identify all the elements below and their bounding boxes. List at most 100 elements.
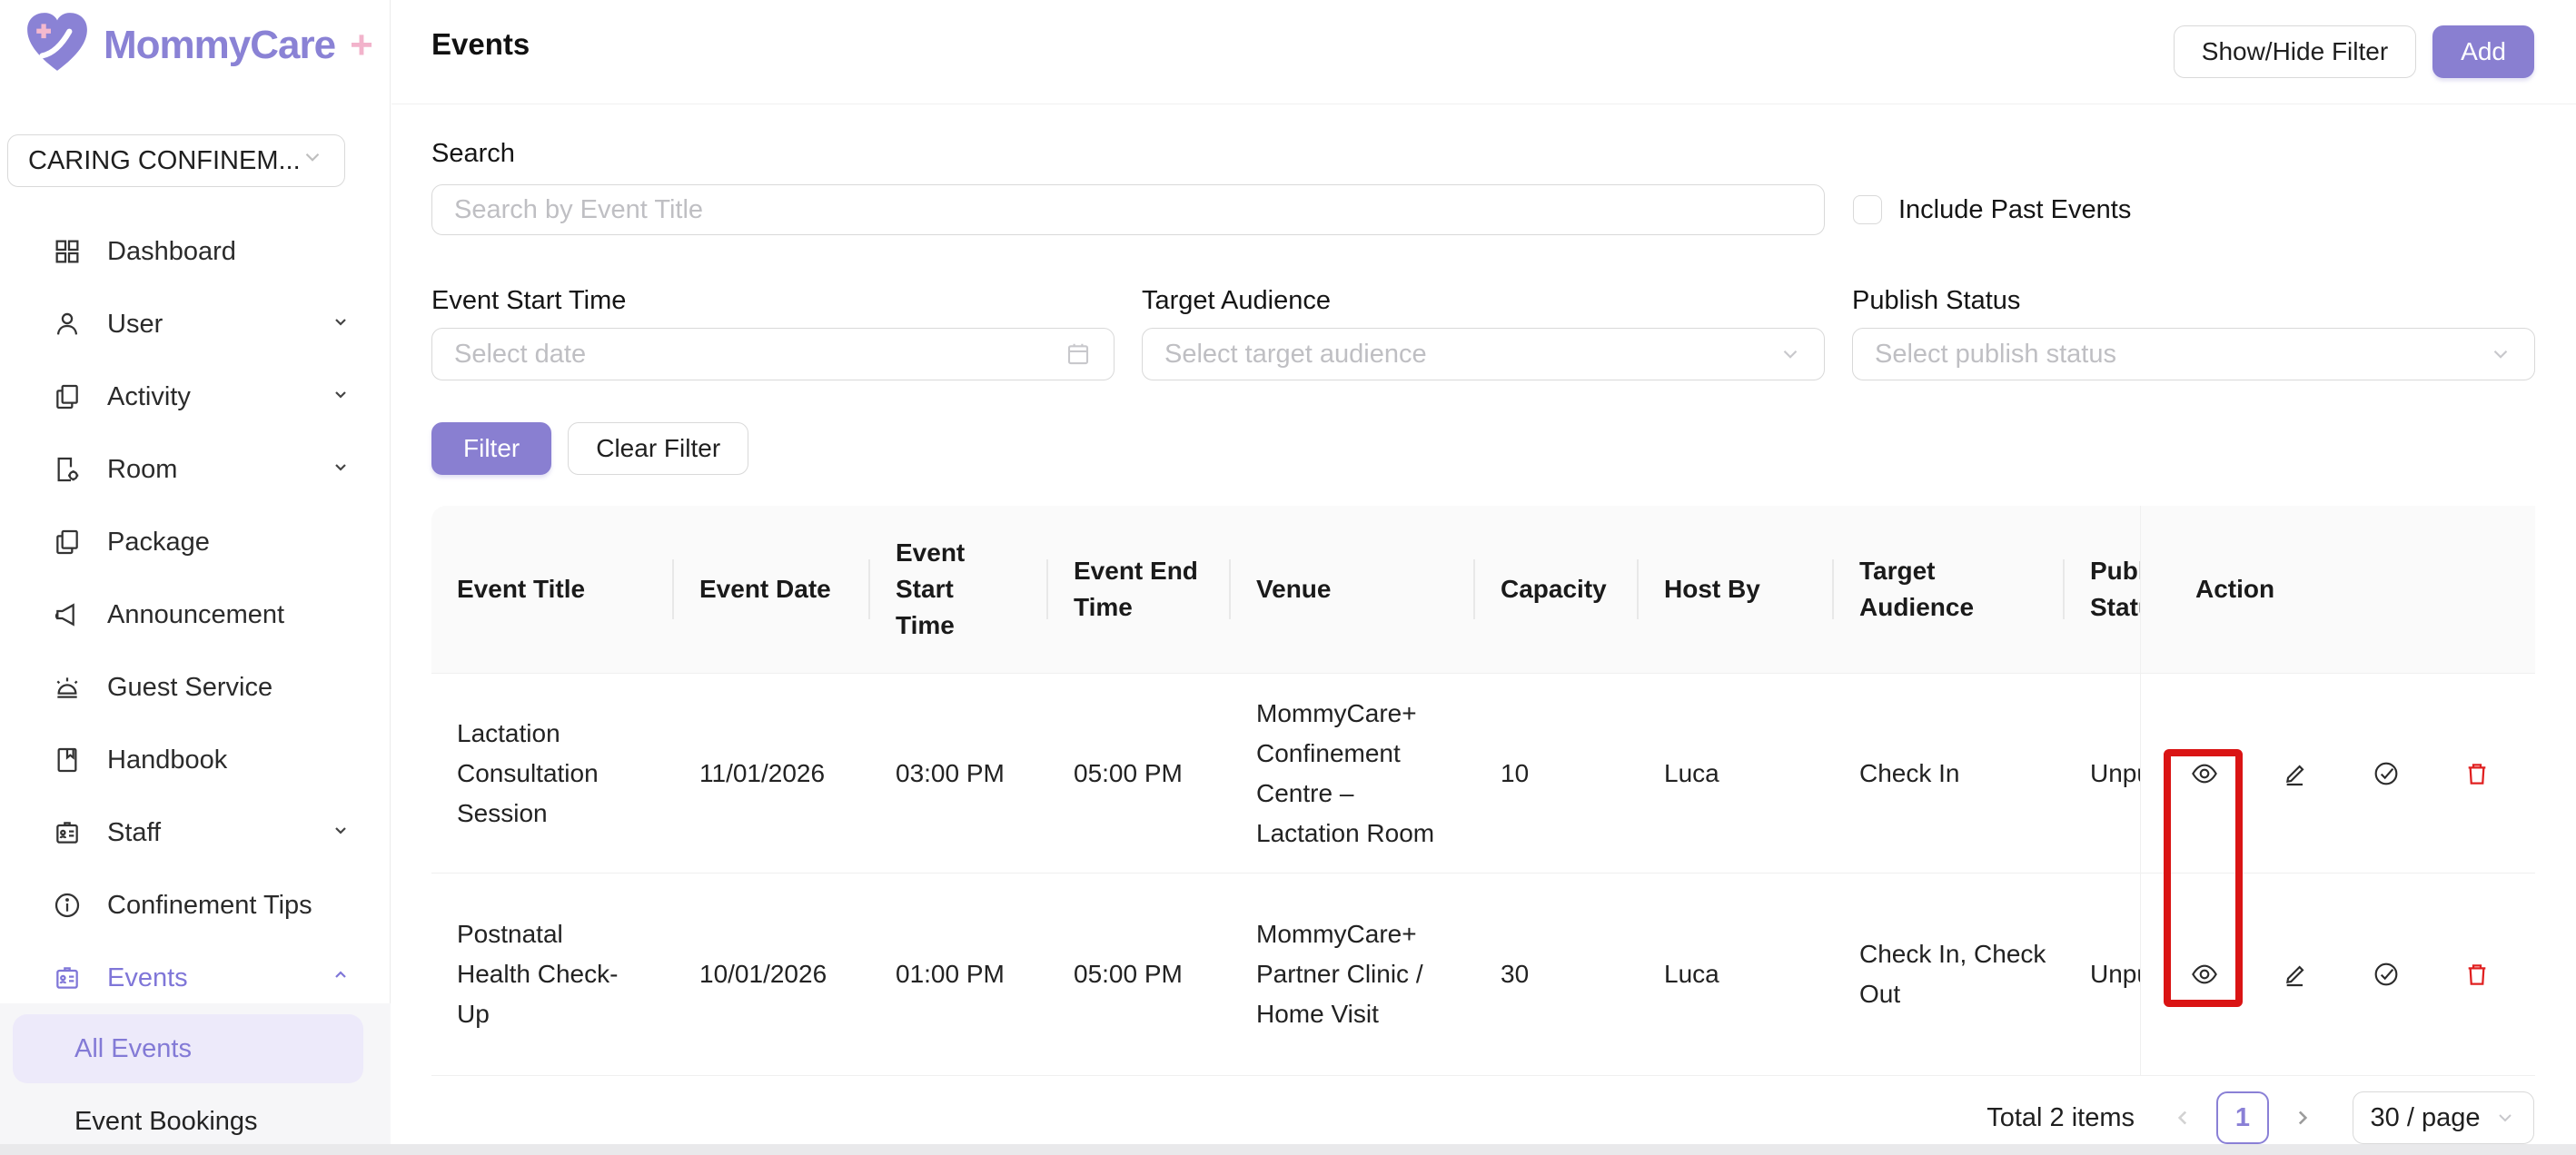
cell-event-title: Lactation Consultation Session [431,674,674,874]
edit-pencil-icon[interactable] [2281,960,2310,989]
show-hide-filter-button[interactable]: Show/Hide Filter [2174,25,2416,78]
target-audience-label: Target Audience [1142,286,1825,317]
page-title: Events [431,27,530,62]
col-header-capacity: Capacity [1475,506,1639,674]
col-header-action: Action [2140,506,2535,674]
action-column-fixed: Action [2140,506,2535,1076]
delete-trash-icon[interactable] [2462,759,2492,788]
submenu-item-label: All Events [74,1034,192,1064]
events-submenu: All Events Event Bookings [0,1003,391,1155]
cell-target-audience: Check In, Check Out [1834,874,2065,1076]
publish-status-select[interactable]: Select publish status [1852,328,2535,380]
info-circle-icon [53,890,84,921]
sidebar-item-activity[interactable]: Activity [0,360,390,433]
cell-event-start-time: 03:00 PM [870,674,1048,874]
calendar-icon [1065,341,1092,368]
sidebar-item-label: Events [107,963,188,993]
sidebar-item-dashboard[interactable]: Dashboard [0,215,390,288]
col-header-event-start-time: Event Start Time [870,506,1048,674]
publish-check-circle-icon[interactable] [2372,759,2401,788]
package-files-icon [53,527,84,558]
row-actions [2140,674,2535,874]
sidebar-item-label: Activity [107,382,191,412]
submenu-item-all-events[interactable]: All Events [13,1014,363,1083]
sidebar-item-handbook[interactable]: Handbook [0,724,390,796]
include-past-events-toggle[interactable]: Include Past Events [1853,195,2131,225]
events-admin-page: MommyCare+ CARING CONFINEM... Dashboard … [0,0,2576,1155]
horizontal-scrollbar[interactable] [0,1144,2576,1155]
filter-inputs-row: Select date Select target audience Selec… [431,328,2535,380]
row-actions [2140,874,2535,1076]
pagination: Total 2 items 1 30 / page [1986,1091,2534,1144]
col-header-event-title: Event Title [431,506,674,674]
publish-check-circle-icon[interactable] [2372,960,2401,989]
chevron-down-icon [1778,342,1802,366]
delete-trash-icon[interactable] [2462,960,2492,989]
brand-plus: + [350,23,373,68]
cell-capacity: 30 [1475,874,1639,1076]
sidebar-item-label: Announcement [107,600,284,630]
search-input[interactable] [431,184,1825,235]
view-eye-icon[interactable] [2190,759,2219,788]
page-number-button[interactable]: 1 [2216,1091,2269,1144]
sidebar-item-label: User [107,310,163,340]
filter-labels-row: Event Start Time Target Audience Publish… [431,286,2535,317]
page-size-select[interactable]: 30 / page [2353,1091,2534,1144]
sidebar-item-label: Confinement Tips [107,891,312,921]
brand-name: MommyCare [104,23,335,68]
target-audience-select[interactable]: Select target audience [1142,328,1825,380]
cell-event-date: 11/01/2026 [674,674,870,874]
main-content: Events Show/Hide Filter Add Search Inclu… [391,0,2576,1155]
cell-event-end-time: 05:00 PM [1048,874,1231,1076]
cell-event-date: 10/01/2026 [674,874,870,1076]
heart-hand-logo-icon [24,11,91,79]
brand-logo: MommyCare + [24,11,373,79]
organization-select-value: CARING CONFINEM... [28,146,301,176]
col-header-event-date: Event Date [674,506,870,674]
sidebar-item-staff[interactable]: Staff [0,796,390,869]
filter-button[interactable]: Filter [431,422,551,475]
chevron-up-icon [330,963,352,993]
chevron-down-icon [2489,342,2512,366]
previous-page-icon[interactable] [2158,1092,2209,1143]
chevron-down-icon [330,310,352,340]
sidebar-item-guest-service[interactable]: Guest Service [0,651,390,724]
chevron-down-icon [301,145,324,176]
sidebar-item-label: Staff [107,818,161,848]
megaphone-icon [53,599,84,630]
cell-event-title: Postnatal Health Check- Up [431,874,674,1076]
sidebar-item-announcement[interactable]: Announcement [0,578,390,651]
sidebar-item-package[interactable]: Package [0,506,390,578]
chevron-down-icon [330,818,352,848]
clear-filter-button[interactable]: Clear Filter [568,422,748,475]
cell-host-by: Luca [1639,874,1834,1076]
cell-venue: MommyCare+ Partner Clinic / Home Visit [1231,874,1475,1076]
sidebar-item-label: Room [107,455,177,485]
view-eye-icon[interactable] [2190,960,2219,989]
page-size-value: 30 / page [2371,1103,2481,1133]
cell-capacity: 10 [1475,674,1639,874]
chevron-down-icon [330,382,352,412]
search-label: Search [431,139,2535,170]
sidebar-item-room[interactable]: Room [0,433,390,506]
chevron-down-icon [330,455,352,485]
cell-event-start-time: 01:00 PM [870,874,1048,1076]
cell-event-end-time: 05:00 PM [1048,674,1231,874]
cell-host-by: Luca [1639,674,1834,874]
page-header: Events Show/Hide Filter Add [391,0,2576,104]
event-start-time-label: Event Start Time [431,286,1115,317]
col-header-venue: Venue [1231,506,1475,674]
sidebar-item-user[interactable]: User [0,288,390,360]
next-page-icon[interactable] [2276,1092,2327,1143]
target-audience-placeholder: Select target audience [1164,340,1427,370]
sidebar-item-confinement-tips[interactable]: Confinement Tips [0,869,390,942]
sidebar: MommyCare+ CARING CONFINEM... Dashboard … [0,0,391,1155]
add-button[interactable]: Add [2432,25,2534,78]
organization-select[interactable]: CARING CONFINEM... [7,134,345,187]
edit-pencil-icon[interactable] [2281,759,2310,788]
submenu-item-label: Event Bookings [74,1107,258,1137]
sidebar-item-label: Dashboard [107,237,236,267]
include-past-events-checkbox[interactable] [1853,195,1882,224]
event-start-time-datepicker[interactable]: Select date [431,328,1115,380]
sidebar-item-label: Guest Service [107,673,272,703]
